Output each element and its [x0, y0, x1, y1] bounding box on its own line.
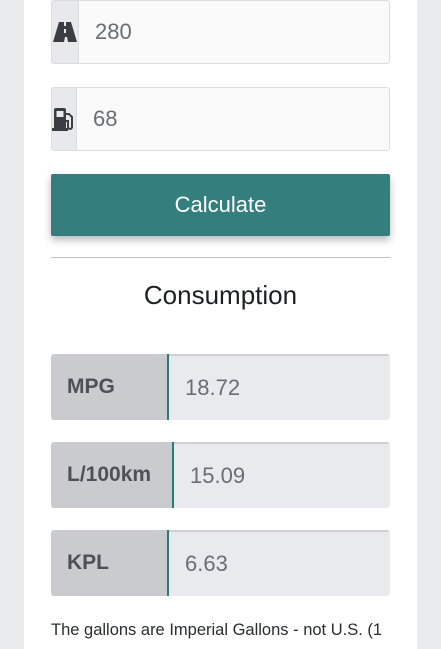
- distance-input[interactable]: [79, 1, 399, 63]
- result-l100km: L/100km 15.09: [51, 442, 390, 508]
- result-value: 15.09: [174, 442, 390, 508]
- result-mpg: MPG 18.72: [51, 354, 390, 420]
- result-value: 18.72: [169, 354, 390, 420]
- distance-field: [51, 0, 399, 64]
- calculate-button[interactable]: Calculate: [51, 174, 390, 236]
- fuel-field: [51, 87, 397, 151]
- result-value: 6.63: [169, 530, 390, 596]
- result-label: L/100km: [51, 442, 174, 508]
- divider: [51, 257, 390, 258]
- result-label: KPL: [51, 530, 169, 596]
- result-kpl: KPL 6.63: [51, 530, 390, 596]
- consumption-title: Consumption: [143, 280, 298, 310]
- gas-pump-icon: [52, 88, 77, 150]
- fuel-input[interactable]: [77, 88, 397, 150]
- gallons-note: The gallons are Imperial Gallons - not U…: [51, 621, 383, 639]
- result-label: MPG: [51, 354, 169, 420]
- road-icon: [52, 1, 79, 63]
